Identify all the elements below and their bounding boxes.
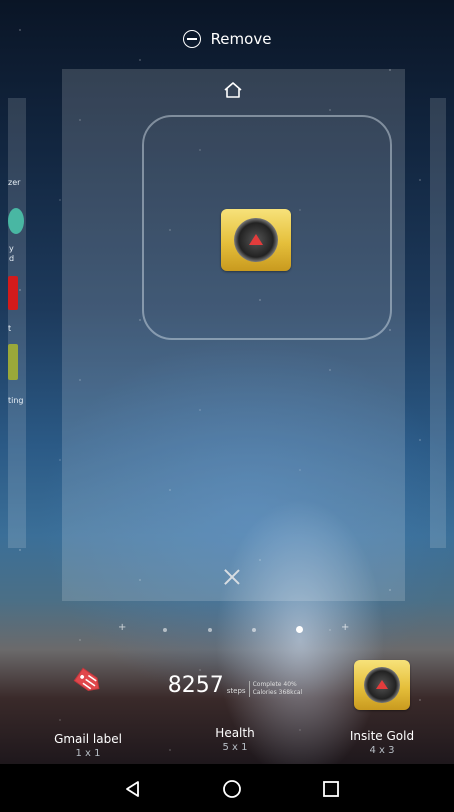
remove-label: Remove [210, 30, 272, 48]
health-preview: 8257 steps Complete 40% Calories 368kcal [165, 675, 305, 697]
insite-gold-app-icon[interactable] [221, 209, 291, 271]
widget-name: Health [215, 726, 255, 740]
page-dot[interactable] [163, 628, 167, 632]
steps-unit: steps [226, 687, 246, 695]
calories: Calories 368kcal [252, 689, 303, 696]
home-icon[interactable] [223, 81, 243, 99]
left-page-text: y [9, 244, 14, 253]
left-page-app-icon [8, 276, 18, 310]
steps-count: 8257 [167, 673, 224, 698]
widget-size: 1 x 1 [75, 748, 101, 759]
left-page-text: zer [8, 178, 21, 187]
widget-size: 4 x 3 [369, 745, 395, 756]
navigation-bar [0, 764, 454, 812]
widget-gmail-label[interactable]: Gmail label 1 x 1 [38, 662, 138, 759]
left-page-text: ting [8, 396, 24, 405]
insite-gold-app-icon [354, 660, 410, 710]
widget-insite-gold[interactable]: Insite Gold 4 x 3 [332, 660, 432, 756]
home-circle-icon[interactable] [221, 778, 243, 800]
home-screen-editor: Remove zer y d t ting + + Gmail label 1 … [0, 0, 454, 812]
page-dot[interactable] [208, 628, 212, 632]
page-dot[interactable]: + [118, 622, 126, 633]
widget-placement-frame[interactable] [142, 115, 392, 340]
remove-circle-icon [182, 30, 201, 48]
widget-size: 5 x 1 [222, 742, 248, 753]
left-page-app-icon [8, 208, 24, 234]
close-icon[interactable] [222, 567, 242, 587]
health-stats: Complete 40% Calories 368kcal [248, 681, 303, 697]
left-page-app-icon [8, 344, 18, 380]
widget-name: Insite Gold [349, 729, 415, 743]
adjacent-page-left[interactable]: zer y d t ting [8, 98, 26, 548]
back-icon[interactable] [122, 778, 144, 800]
gmail-label-tag-icon [73, 667, 100, 691]
adjacent-page-right[interactable] [430, 98, 446, 548]
current-page-preview[interactable] [62, 69, 405, 601]
add-page-dot[interactable]: + [341, 622, 349, 633]
left-page-text: d [9, 254, 15, 263]
complete-percent: Complete 40% [252, 681, 297, 688]
recents-square-icon[interactable] [320, 778, 342, 800]
page-dot[interactable] [252, 628, 256, 632]
left-page-text: t [8, 324, 12, 333]
remove-drop-target[interactable]: Remove [0, 26, 454, 52]
page-indicator: + + [0, 622, 454, 635]
page-dot-active[interactable] [296, 626, 303, 633]
widget-name: Gmail label [54, 732, 122, 746]
widget-health[interactable]: 8257 steps Complete 40% Calories 368kcal… [165, 675, 305, 754]
